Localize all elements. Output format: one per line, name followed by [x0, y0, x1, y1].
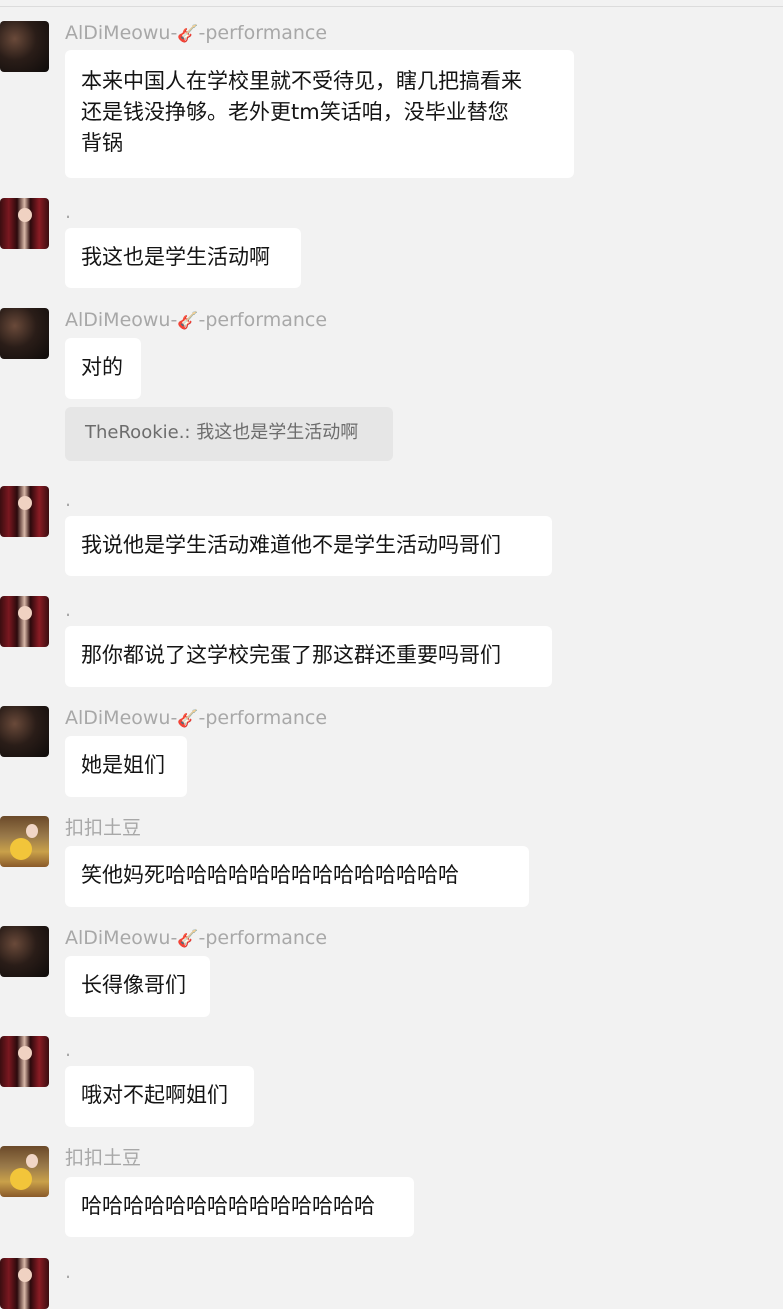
sender-name: 扣扣土豆 — [65, 817, 142, 839]
avatar[interactable] — [0, 1258, 49, 1309]
quoted-text: TheRookie.: 我这也是学生活动啊 — [85, 422, 359, 443]
avatar[interactable] — [0, 198, 49, 249]
message-line: 那你都说了这学校完蛋了那这群还重要吗哥们 — [81, 643, 501, 667]
guitar-icon: 🎸 — [177, 929, 199, 949]
avatar[interactable] — [0, 596, 49, 647]
avatar[interactable] — [0, 706, 49, 757]
message-bubble[interactable]: 哈哈哈哈哈哈哈哈哈哈哈哈哈哈 — [65, 1177, 414, 1237]
message-line: 哈哈哈哈哈哈哈哈哈哈哈哈哈哈 — [81, 1194, 375, 1218]
message-bubble[interactable]: 对的 — [65, 338, 141, 399]
sender-name: 扣扣土豆 — [65, 1147, 142, 1169]
avatar[interactable] — [0, 1146, 49, 1197]
message-bubble[interactable]: 本来中国人在学校里就不受待见，瞎几把搞看来 还是钱没挣够。老外更tm笑话咱，没毕… — [65, 50, 574, 178]
message-line: 长得像哥们 — [81, 973, 186, 997]
guitar-icon: 🎸 — [177, 24, 199, 44]
top-divider — [0, 6, 783, 7]
sender-name: . — [65, 201, 72, 223]
sender-name: . — [65, 599, 72, 621]
message-line: 我这也是学生活动啊 — [81, 245, 270, 269]
message-line: 她是姐们 — [81, 753, 165, 777]
avatar[interactable] — [0, 21, 49, 72]
message-line: 本来中国人在学校里就不受待见，瞎几把搞看来 — [81, 69, 522, 93]
message-bubble[interactable]: 长得像哥们 — [65, 956, 210, 1017]
avatar[interactable] — [0, 816, 49, 867]
message-bubble[interactable]: 我说他是学生活动难道他不是学生活动吗哥们 — [65, 516, 552, 576]
sender-name: . — [65, 489, 72, 511]
avatar[interactable] — [0, 926, 49, 977]
message-line: 对的 — [81, 355, 123, 379]
sender-name: . — [65, 1261, 72, 1283]
quoted-reply[interactable]: TheRookie.: 我这也是学生活动啊 — [65, 407, 393, 461]
sender-name: AlDiMeowu-🎸-performance — [65, 22, 328, 44]
message-line: 笑他妈死哈哈哈哈哈哈哈哈哈哈哈哈哈哈 — [81, 863, 459, 887]
message-line: 背锅 — [81, 131, 123, 155]
avatar[interactable] — [0, 486, 49, 537]
message-bubble[interactable]: 她是姐们 — [65, 736, 187, 797]
message-bubble[interactable]: 哦对不起啊姐们 — [65, 1066, 254, 1127]
sender-name: AlDiMeowu-🎸-performance — [65, 707, 328, 729]
message-bubble[interactable]: 笑他妈死哈哈哈哈哈哈哈哈哈哈哈哈哈哈 — [65, 846, 529, 907]
sender-name: AlDiMeowu-🎸-performance — [65, 927, 328, 949]
avatar[interactable] — [0, 308, 49, 359]
avatar[interactable] — [0, 1036, 49, 1087]
message-line: 哦对不起啊姐们 — [81, 1083, 228, 1107]
sender-name: . — [65, 1039, 72, 1061]
guitar-icon: 🎸 — [177, 311, 199, 331]
message-bubble[interactable]: 我这也是学生活动啊 — [65, 228, 301, 288]
message-line: 我说他是学生活动难道他不是学生活动吗哥们 — [81, 533, 501, 557]
sender-name: AlDiMeowu-🎸-performance — [65, 309, 328, 331]
message-bubble[interactable]: 那你都说了这学校完蛋了那这群还重要吗哥们 — [65, 626, 552, 687]
guitar-icon: 🎸 — [177, 709, 199, 729]
message-line: 还是钱没挣够。老外更tm笑话咱，没毕业替您 — [81, 100, 509, 124]
